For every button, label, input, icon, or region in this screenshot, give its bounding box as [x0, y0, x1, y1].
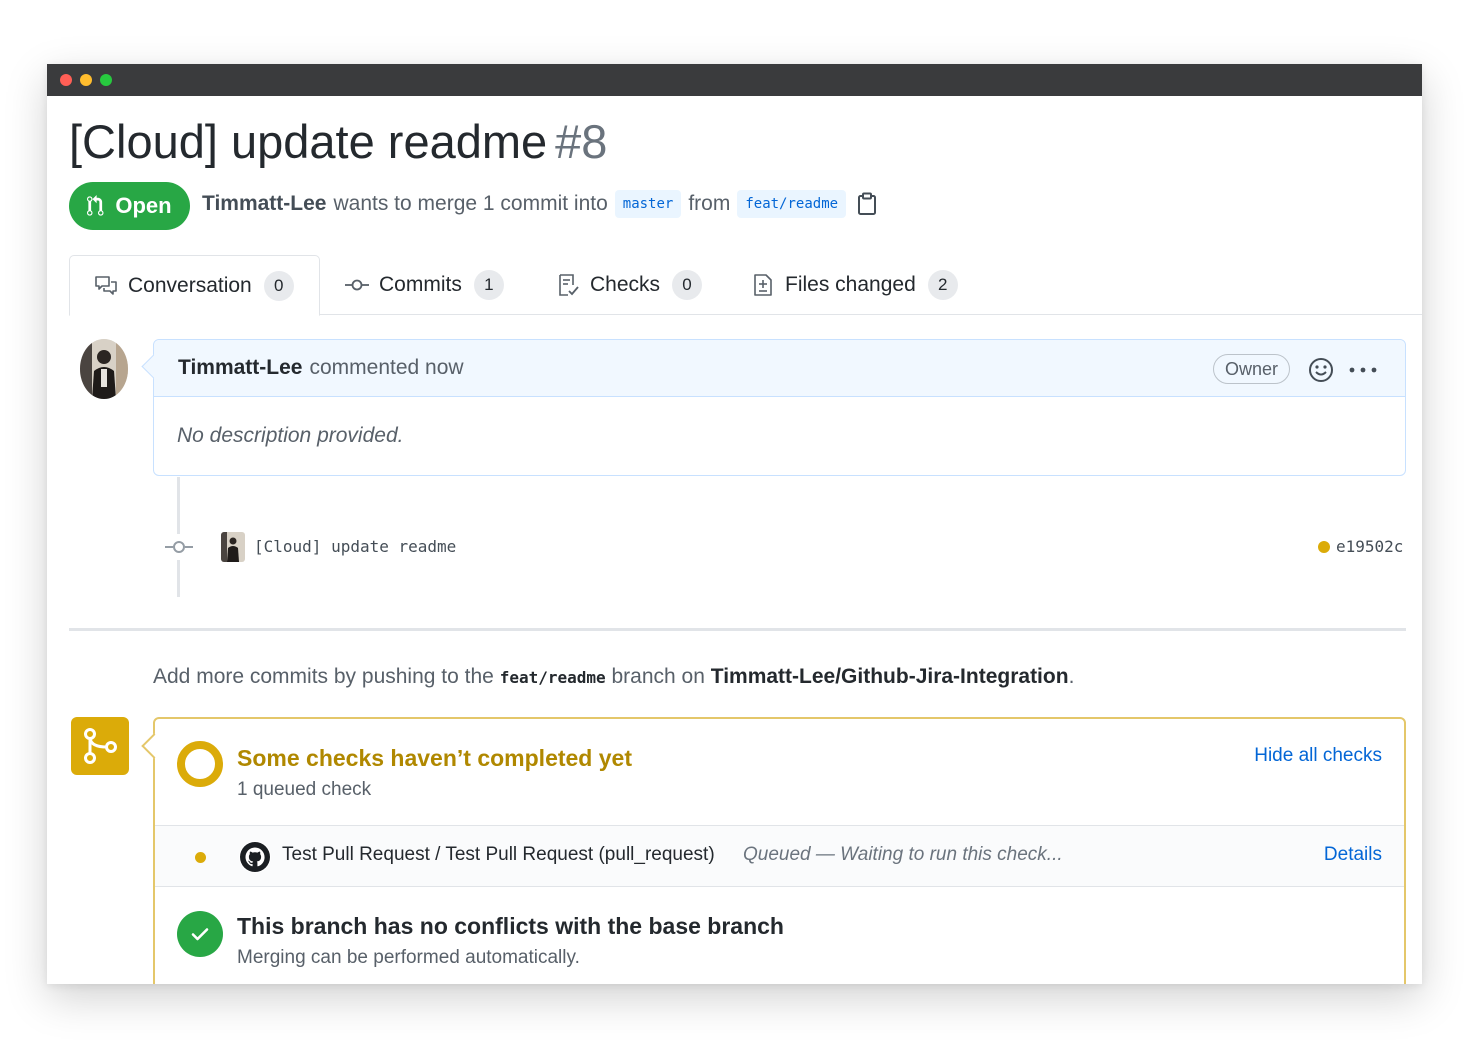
commit-message-link[interactable]: [Cloud] update readme: [254, 537, 456, 556]
conflict-title: This branch has no conflicts with the ba…: [237, 913, 784, 939]
comment-author-link[interactable]: Timmatt-Lee: [178, 356, 302, 380]
head-branch-label[interactable]: feat/readme: [737, 190, 847, 218]
comment-header: Timmatt-Lee commented now Owner: [154, 340, 1405, 397]
merge-status-icon-box: [71, 717, 129, 775]
tab-conversation[interactable]: Conversation 0: [69, 255, 320, 316]
tab-label: Commits: [379, 273, 462, 296]
git-merge-icon: [84, 728, 117, 764]
pr-state-badge: Open: [69, 182, 190, 230]
maximize-window-button[interactable]: [100, 74, 112, 86]
git-commit-icon: [345, 279, 369, 291]
comment-body: No description provided.: [177, 424, 404, 447]
timeline-divider: [69, 628, 1406, 631]
comment-card: Timmatt-Lee commented now Owner No descr…: [153, 339, 1406, 476]
tab-checks[interactable]: Checks 0: [556, 255, 703, 315]
pr-number: #8: [555, 115, 608, 168]
tab-counter: 2: [927, 270, 958, 300]
check-status: Queued — Waiting to run this check...: [743, 844, 1063, 865]
file-diff-icon: [754, 274, 772, 296]
pr-title-text: [Cloud] update readme: [69, 115, 548, 168]
tab-label: Checks: [590, 273, 661, 296]
pr-meta: Timmatt-Lee wants to merge 1 commit into…: [202, 190, 877, 218]
repo-link[interactable]: Timmatt-Lee/Github-Jira-Integration: [711, 665, 1069, 688]
conflict-status: This branch has no conflicts with the ba…: [155, 887, 1404, 984]
check-pending-dot: [195, 852, 206, 863]
comment-discussion-icon: [95, 275, 117, 295]
tab-counter: 0: [672, 270, 703, 300]
checklist-icon: [559, 274, 579, 296]
push-hint-suffix: .: [1068, 665, 1075, 688]
tab-label: Files changed: [785, 273, 916, 296]
git-commit-icon: [165, 534, 193, 560]
tab-label: Conversation: [128, 273, 252, 297]
add-reaction-icon[interactable]: [1308, 357, 1334, 383]
pr-meta-text: wants to merge 1 commit into: [333, 192, 608, 215]
push-hint-branch: feat/readme: [499, 668, 606, 687]
kebab-horizontal-icon[interactable]: [1348, 357, 1378, 383]
comment-timestamp[interactable]: commented now: [309, 356, 463, 380]
page-title: [Cloud] update readme #8: [69, 114, 607, 169]
commit-row: [Cloud] update readme e19502c: [165, 528, 1406, 566]
push-hint-middle: branch on: [611, 665, 705, 688]
check-name: Test Pull Request / Test Pull Request (p…: [282, 844, 715, 865]
pending-status-icon: [177, 741, 223, 787]
success-status-icon: [177, 911, 223, 957]
hide-all-checks-link[interactable]: Hide all checks: [1254, 745, 1382, 767]
pr-tabs: Conversation 0 Commits 1 Checks 0 Files …: [69, 255, 1422, 316]
tab-commits[interactable]: Commits 1: [345, 255, 504, 315]
pr-from-text: from: [688, 192, 731, 215]
check-details-link[interactable]: Details: [1324, 844, 1382, 866]
clipboard-copy-icon[interactable]: [857, 192, 877, 216]
conflict-subtitle: Merging can be performed automatically.: [237, 947, 580, 968]
check-item: Test Pull Request / Test Pull Request (p…: [155, 825, 1404, 887]
checks-subtitle: 1 queued check: [237, 779, 372, 800]
checks-title: Some checks haven’t completed yet: [237, 745, 632, 771]
owner-badge: Owner: [1213, 354, 1291, 384]
tab-files-changed[interactable]: Files changed 2: [751, 255, 958, 315]
push-hint-prefix: Add more commits by pushing to the: [153, 665, 494, 688]
tab-counter: 1: [473, 270, 504, 300]
close-window-button[interactable]: [60, 74, 72, 86]
pr-author-link[interactable]: Timmatt-Lee: [202, 192, 326, 216]
checks-summary: Some checks haven’t completed yet 1 queu…: [155, 719, 1404, 825]
pull-request-page: [Cloud] update readme #8 Open Timmatt-Lee…: [47, 96, 1422, 984]
avatar[interactable]: [221, 532, 245, 562]
merge-status-box: Some checks haven’t completed yet 1 queu…: [153, 717, 1406, 984]
avatar[interactable]: [80, 339, 128, 399]
pr-state-label: Open: [115, 193, 172, 218]
commit-status-pending[interactable]: [1318, 541, 1330, 553]
git-pull-request-icon: [87, 195, 104, 216]
browser-window: [Cloud] update readme #8 Open Timmatt-Lee…: [47, 64, 1422, 984]
github-logo-icon: [239, 841, 271, 873]
minimize-window-button[interactable]: [80, 74, 92, 86]
base-branch-label[interactable]: master: [614, 190, 682, 218]
commit-sha-link[interactable]: e19502c: [1336, 537, 1403, 556]
user-photo-icon: [80, 339, 128, 399]
window-titlebar: [47, 64, 1422, 96]
check-icon: [191, 928, 209, 941]
user-photo-icon: [221, 532, 245, 562]
tab-counter: 0: [263, 270, 294, 301]
push-hint: Add more commits by pushing to the feat/…: [153, 665, 1074, 689]
